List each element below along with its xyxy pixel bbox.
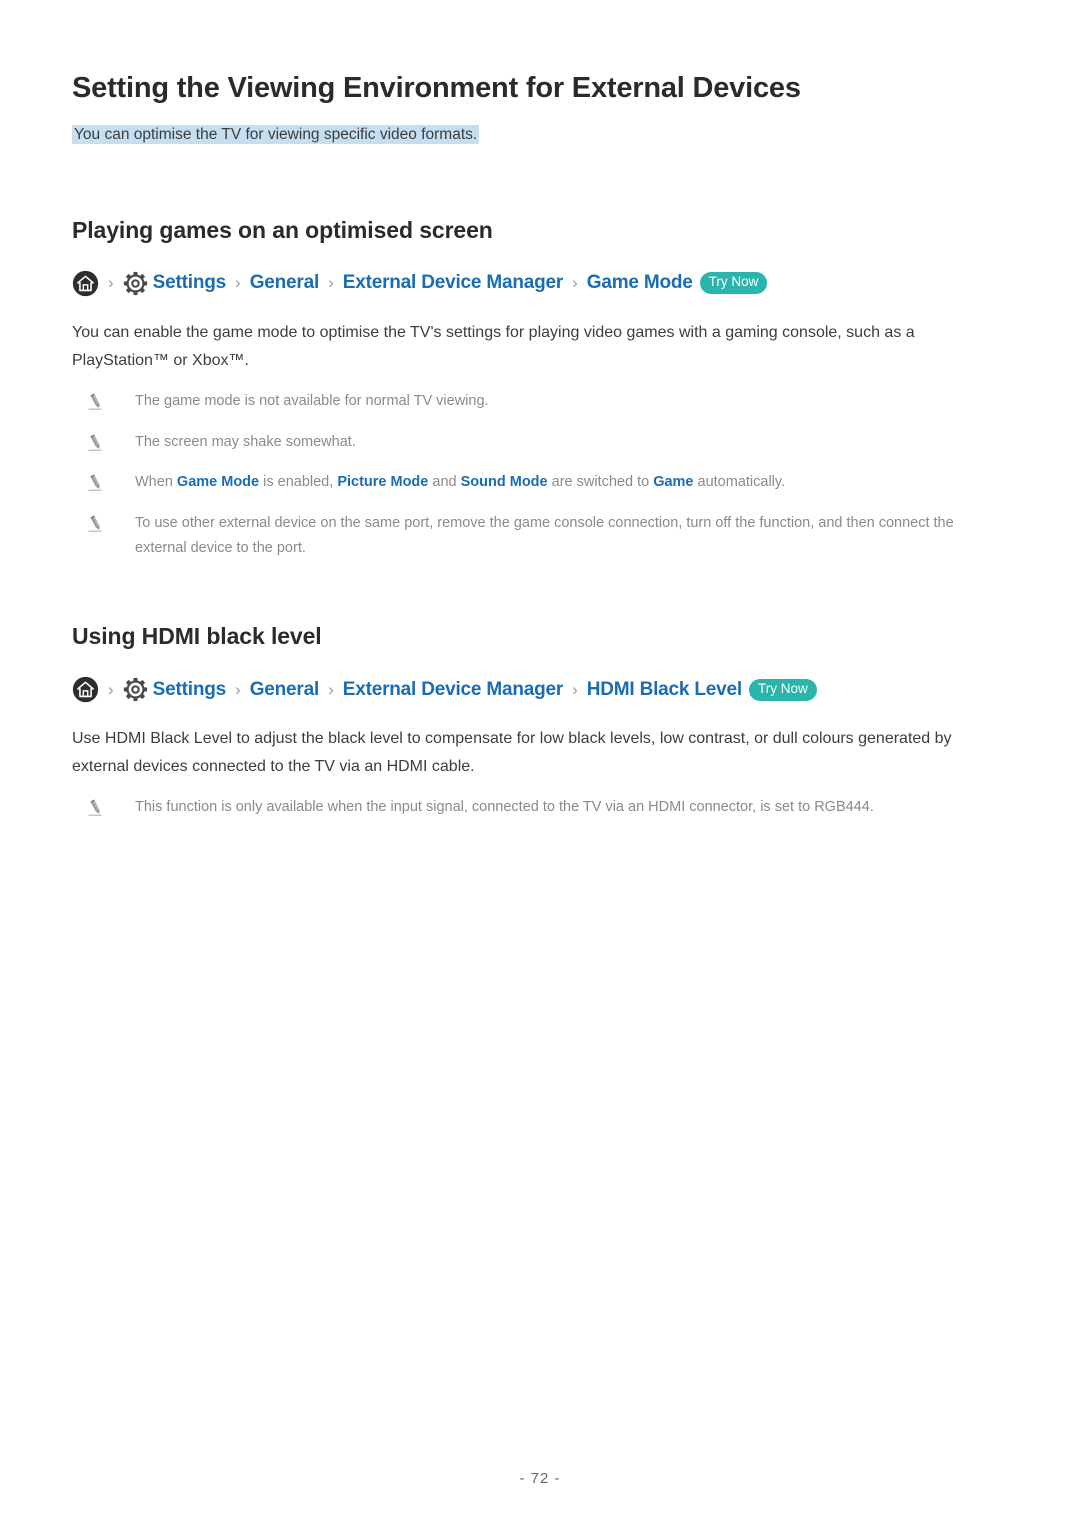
pencil-icon [86, 514, 106, 534]
section-body-text: You can enable the game mode to optimise… [72, 323, 915, 369]
section-body-text: Use HDMI Black Level to adjust the black… [72, 730, 952, 776]
breadcrumb-item-hdmi-black-level[interactable]: HDMI Black Level [587, 679, 742, 701]
notes-list: This function is only available when the… [72, 795, 1008, 820]
note-item: When Game Mode is enabled, Picture Mode … [72, 470, 1008, 495]
breadcrumb-separator: › [235, 273, 241, 293]
note-text: When Game Mode is enabled, Picture Mode … [135, 470, 785, 495]
note-text-fragment: To use other external device on the same… [135, 515, 954, 557]
note-text-fragment: are switched to [547, 474, 654, 491]
pencil-icon [86, 473, 106, 493]
breadcrumb-separator: › [328, 679, 334, 699]
breadcrumb-separator: › [108, 679, 114, 699]
home-icon[interactable] [72, 270, 99, 297]
note-highlight-term[interactable]: Game [653, 474, 693, 490]
note-text: This function is only available when the… [135, 795, 874, 820]
note-text-fragment: The screen may shake somewhat. [135, 433, 356, 450]
note-item: This function is only available when the… [72, 795, 1008, 820]
pencil-icon [86, 392, 106, 412]
note-text-fragment: This function is only available when the… [135, 799, 874, 816]
pencil-icon [86, 433, 106, 453]
note-item: The screen may shake somewhat. [72, 430, 1008, 455]
page-subtitle: You can optimise the TV for viewing spec… [72, 125, 480, 145]
gear-icon[interactable] [123, 271, 148, 296]
breadcrumb-separator: › [328, 273, 334, 293]
breadcrumb-item-external-device-manager[interactable]: External Device Manager [343, 679, 564, 701]
note-text-fragment: When [135, 474, 177, 491]
pencil-icon [86, 798, 106, 818]
note-highlight-term[interactable]: Sound Mode [461, 474, 548, 490]
page-number: - 72 - [519, 1470, 561, 1487]
try-now-badge[interactable]: Try Now [748, 678, 817, 701]
try-now-badge[interactable]: Try Now [699, 272, 768, 295]
note-text-fragment: and [428, 474, 461, 491]
note-text-fragment: The game mode is not available for norma… [135, 392, 489, 409]
breadcrumb-item-external-device-manager[interactable]: External Device Manager [343, 272, 564, 294]
note-text: The game mode is not available for norma… [135, 389, 489, 414]
note-item: To use other external device on the same… [72, 511, 1008, 561]
manual-page: Setting the Viewing Environment for Exte… [0, 0, 1080, 1527]
section-heading: Playing games on an optimised screen [72, 216, 493, 243]
note-item: The game mode is not available for norma… [72, 389, 1008, 414]
home-icon[interactable] [72, 676, 99, 703]
note-text-fragment: is enabled, [259, 474, 338, 491]
note-text-fragment: automatically. [693, 474, 786, 491]
page-subtitle-row: You can optimise the TV for viewing spec… [72, 122, 1008, 148]
gear-icon[interactable] [123, 677, 148, 702]
breadcrumb-item-general[interactable]: General [250, 679, 320, 701]
breadcrumb-separator: › [108, 273, 114, 293]
breadcrumb-item-game-mode[interactable]: Game Mode [587, 272, 693, 294]
breadcrumb-separator: › [572, 679, 578, 699]
breadcrumb: › Settings › General › External Device Manage… [72, 676, 1008, 703]
breadcrumb-item-settings[interactable]: Settings [153, 272, 227, 294]
section-heading: Using HDMI black level [72, 623, 322, 650]
breadcrumb-separator: › [235, 679, 241, 699]
breadcrumb-item-general[interactable]: General [250, 272, 320, 294]
page-title: Setting the Viewing Environment for Exte… [72, 72, 801, 104]
note-highlight-term[interactable]: Picture Mode [337, 474, 428, 490]
notes-list: The game mode is not available for norma… [72, 389, 1008, 562]
breadcrumb: › Settings › General › External Device Manage… [72, 270, 1008, 297]
breadcrumb-item-settings[interactable]: Settings [153, 679, 227, 701]
note-text: The screen may shake somewhat. [135, 430, 356, 455]
breadcrumb-separator: › [572, 273, 578, 293]
note-highlight-term[interactable]: Game Mode [177, 474, 259, 490]
note-text: To use other external device on the same… [135, 511, 980, 561]
sections-container: Playing games on an optimised screen › Set… [72, 217, 1008, 821]
